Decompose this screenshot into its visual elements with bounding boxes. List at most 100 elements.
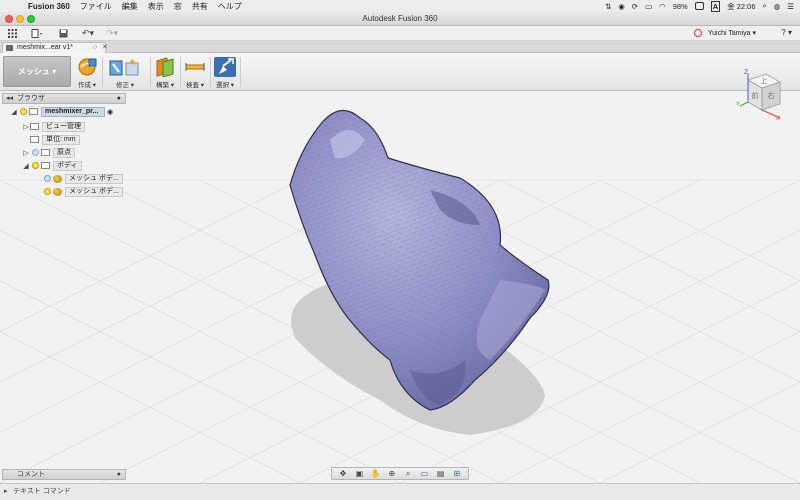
menu-share[interactable]: 共有 xyxy=(192,1,208,12)
macos-menu-bar: Fusion 360 ファイル 編集 表示 窓 共有 ヘルプ ⇅ ◉ ⟳ ▭ ◠… xyxy=(0,0,800,12)
views-label: ビュー管理 xyxy=(42,121,85,132)
y-axis-label: Y xyxy=(736,101,740,108)
battery-icon[interactable] xyxy=(694,2,704,10)
view-cube-right-label: 右 xyxy=(768,91,775,100)
construct-icon xyxy=(154,57,176,78)
inspect-group[interactable]: 検査 ▾ xyxy=(184,55,206,89)
mesh-body-icon xyxy=(53,187,62,196)
orbit-icon[interactable]: ✥ xyxy=(338,469,349,478)
search-icon[interactable]: ⌕ xyxy=(763,1,767,11)
grid-icon[interactable]: ▤ xyxy=(435,469,446,478)
window-close-button[interactable] xyxy=(5,15,13,23)
construct-group[interactable]: 構築 ▾ xyxy=(154,55,176,89)
add-comment-icon[interactable]: ● xyxy=(117,470,121,479)
siri-icon[interactable]: ◍ xyxy=(774,2,781,11)
zoom-icon[interactable]: ⊕ xyxy=(386,469,397,478)
expand-icon[interactable]: ▸ xyxy=(4,484,8,499)
visibility-bulb-icon[interactable] xyxy=(44,175,51,182)
clock[interactable]: 金 22:06 xyxy=(727,1,755,12)
app-menu[interactable]: Fusion 360 xyxy=(28,2,70,11)
menu-edit[interactable]: 編集 xyxy=(122,1,138,12)
mesh-body-icon xyxy=(53,174,62,183)
menu-file[interactable]: ファイル xyxy=(80,1,112,12)
units-label: 単位: mm xyxy=(42,134,80,145)
tree-collapsed-icon[interactable]: ▷ xyxy=(22,123,30,131)
modify-label: 修正 ▾ xyxy=(116,82,135,89)
browser-node-mesh-body-2[interactable]: メッシュ ボデ... xyxy=(42,186,123,197)
file-menu-icon[interactable] xyxy=(30,28,44,39)
document-icon xyxy=(6,45,13,51)
modify-icon xyxy=(109,57,139,77)
text-command-bar[interactable]: ▸ テキスト コマンド xyxy=(0,483,800,500)
viewports-icon[interactable]: ⊞ xyxy=(451,469,462,478)
navigation-toolbar: ✥ ▣ ✋ ⊕ ⌕ ▭ ▤ ⊞ xyxy=(331,467,469,480)
view-cube[interactable]: 上 前 右 Z X Y xyxy=(735,66,786,122)
sync-icon[interactable]: ⟳ xyxy=(632,2,638,11)
tab-close-icon[interactable]: ✕ xyxy=(102,43,108,53)
browser-options-icon[interactable]: ● xyxy=(117,94,121,103)
browser-root-node[interactable]: ◢ meshmixer_pr... ◉ xyxy=(10,106,113,117)
fit-icon[interactable]: ⌕ xyxy=(403,469,414,479)
browser-node-units[interactable]: 単位: mm xyxy=(30,134,80,145)
ribbon-separator xyxy=(180,57,181,87)
ribbon-separator xyxy=(102,57,103,87)
browser-node-views[interactable]: ▷ ビュー管理 xyxy=(22,121,85,132)
job-status-icon[interactable] xyxy=(694,29,702,37)
mesh-body-label: メッシュ ボデ... xyxy=(65,173,123,184)
vpn-icon[interactable]: ⇅ xyxy=(605,2,611,11)
battery-percent[interactable]: 98% xyxy=(673,2,688,11)
undo-icon[interactable]: ↶▾ xyxy=(80,28,96,39)
workspace-switcher[interactable]: メッシュ ▾ xyxy=(3,56,71,87)
browser-node-bodies[interactable]: ◢ ボディ xyxy=(22,160,82,171)
folder-icon xyxy=(30,123,39,130)
x-axis-label: X xyxy=(776,115,780,122)
help-menu[interactable]: ? ▾ xyxy=(781,28,792,37)
tree-expanded-icon[interactable]: ◢ xyxy=(10,108,18,116)
root-component-label: meshmixer_pr... xyxy=(41,106,105,117)
comments-panel[interactable]: コメント ● xyxy=(2,469,126,480)
create-group[interactable]: 作成 ▾ xyxy=(76,55,98,89)
browser-header[interactable]: ◂◂ ブラウザ ● xyxy=(2,93,126,104)
list-icon[interactable]: ☰ xyxy=(787,2,794,11)
browser-node-origin[interactable]: ▷ 原点 xyxy=(22,147,75,158)
modify-group[interactable]: 修正 ▾ xyxy=(106,55,139,89)
window-minimize-button[interactable] xyxy=(16,15,24,23)
tree-expanded-icon[interactable]: ◢ xyxy=(22,162,30,170)
visibility-bulb-icon[interactable] xyxy=(32,149,39,156)
input-source-indicator[interactable]: A xyxy=(710,0,721,12)
visibility-bulb-icon[interactable] xyxy=(44,188,51,195)
menu-window[interactable]: 窓 xyxy=(174,1,182,12)
record-icon[interactable]: ◉ xyxy=(618,2,625,11)
wifi-icon[interactable]: ◠ xyxy=(659,2,666,11)
menu-view[interactable]: 表示 xyxy=(148,1,164,12)
look-at-icon[interactable]: ▣ xyxy=(354,469,365,478)
pan-icon[interactable]: ✋ xyxy=(370,469,381,478)
activate-radio-icon[interactable]: ◉ xyxy=(107,108,113,116)
display-settings-icon[interactable]: ▭ xyxy=(419,469,430,478)
ribbon-separator xyxy=(150,57,151,87)
create-label: 作成 ▾ xyxy=(77,82,97,89)
visibility-bulb-icon[interactable] xyxy=(20,108,27,115)
save-icon[interactable] xyxy=(58,28,68,39)
folder-icon xyxy=(41,149,50,156)
user-account-menu[interactable]: Yuichi Tamiya ▾ xyxy=(708,29,756,37)
airplay-icon[interactable]: ▭ xyxy=(645,2,652,11)
document-tab[interactable]: meshmix...ear v1* ○ ✕ xyxy=(2,42,108,53)
tab-status-icon: ○ xyxy=(93,44,98,51)
tree-collapsed-icon[interactable]: ▷ xyxy=(22,149,30,157)
inspect-label: 検査 ▾ xyxy=(185,82,205,89)
app-grid-icon[interactable] xyxy=(6,28,18,39)
ribbon-separator xyxy=(210,57,211,87)
component-icon xyxy=(29,108,38,115)
browser-node-mesh-body-1[interactable]: メッシュ ボデ... xyxy=(42,173,123,184)
create-icon xyxy=(76,57,98,77)
origin-label: 原点 xyxy=(53,147,75,158)
quick-access-toolbar: ↶▾ ↷▾ Yuichi Tamiya ▾ ? ▾ xyxy=(0,26,800,41)
window-maximize-button[interactable] xyxy=(27,15,35,23)
select-group[interactable]: 選択 ▾ xyxy=(214,55,236,89)
visibility-bulb-icon[interactable] xyxy=(32,162,39,169)
menu-help[interactable]: ヘルプ xyxy=(218,1,242,12)
view-cube-top-label: 上 xyxy=(761,76,768,85)
redo-icon[interactable]: ↷▾ xyxy=(104,28,120,39)
collapse-icon[interactable]: ◂◂ xyxy=(6,94,13,103)
